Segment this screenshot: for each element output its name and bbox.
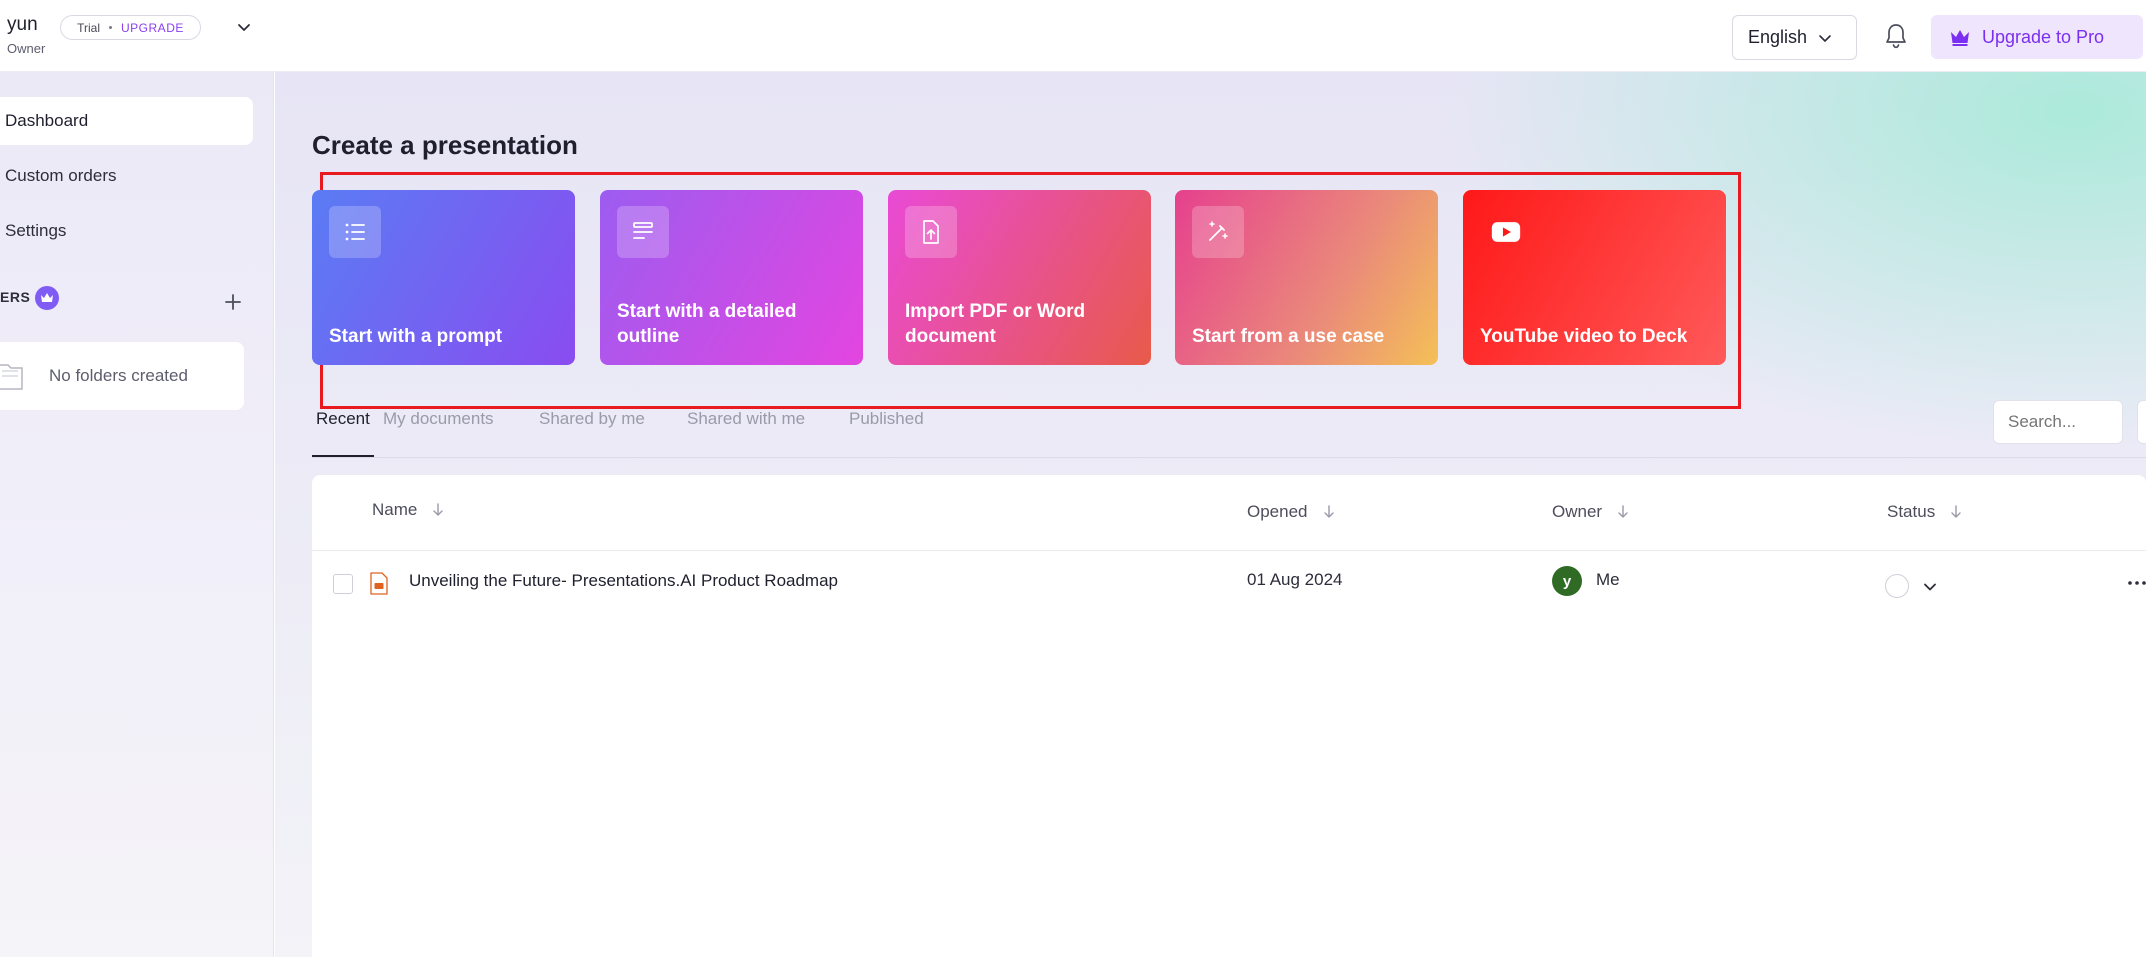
documents-table: Name Opened Owner Status Unveiling the F… [312,475,2146,957]
list-icon-box [329,206,381,258]
column-header-label: Opened [1247,502,1308,521]
column-header-label: Owner [1552,502,1603,521]
plan-label: Trial [77,20,101,35]
file-upload-icon [923,220,939,244]
chevron-down-icon [1819,34,1831,42]
row-checkbox[interactable] [333,574,353,594]
outline-icon-box [617,206,669,258]
sidebar: Dashboard Custom orders Settings ERS No … [0,72,274,957]
column-header-owner[interactable]: Owner [1552,502,1630,522]
list-icon [345,223,365,241]
upgrade-to-pro-label: Upgrade to Pro [1982,26,2105,47]
column-header-label: Status [1887,502,1936,521]
status-indicator[interactable] [1885,574,1909,598]
card-use-case[interactable]: Start from a use case [1175,190,1438,365]
document-name[interactable]: Unveiling the Future- Presentations.AI P… [409,571,838,591]
tab-shared-with-me[interactable]: Shared with me [687,402,805,457]
more-options-icon[interactable] [2127,573,2146,593]
avatar: y [1552,566,1582,596]
magic-wand-icon-box [1192,206,1244,258]
card-label: Start with a detailed outline [617,301,797,347]
empty-folders-text: No folders created [49,366,188,385]
empty-folders-panel: No folders created [0,342,244,410]
column-header-name[interactable]: Name [372,500,445,520]
bell-icon[interactable] [1883,22,1909,50]
language-select[interactable]: English [1732,15,1857,60]
tab-recent[interactable]: Recent [312,402,374,457]
top-bar: yun Owner Trial UPGRADE English Upgrade … [0,0,2146,72]
column-header-opened[interactable]: Opened [1247,502,1336,522]
tab-my-documents[interactable]: My documents [383,402,494,457]
sidebar-item-label: Dashboard [5,111,89,130]
plan-badge[interactable]: Trial UPGRADE [60,15,201,40]
page-title: Create a presentation [312,130,578,160]
user-name[interactable]: yun [7,14,38,36]
table-row[interactable]: Unveiling the Future- Presentations.AI P… [312,551,2146,613]
sidebar-item-label: Custom orders [5,166,117,185]
youtube-icon [1491,222,1521,242]
document-tabs: Recent My documents Shared by me Shared … [312,402,2146,458]
card-label: Start with a prompt [329,326,503,347]
card-youtube-to-deck[interactable]: YouTube video to Deck [1463,190,1726,365]
upgrade-to-pro-button[interactable]: Upgrade to Pro [1931,15,2143,59]
sidebar-item-label: Settings [5,221,67,240]
youtube-icon-box [1480,206,1532,258]
chevron-down-icon[interactable] [1922,579,1938,595]
crown-badge [35,286,59,310]
sidebar-item-settings[interactable]: Settings [0,207,253,255]
language-label: English [1748,27,1808,47]
outline-icon [633,222,653,239]
card-label: YouTube video to Deck [1480,326,1688,347]
column-header-status[interactable]: Status [1887,502,1963,522]
sort-arrow-icon [433,503,444,516]
file-upload-icon-box [905,206,957,258]
separator-dot [109,26,113,29]
sort-arrow-icon [1618,505,1628,518]
chevron-down-icon[interactable] [235,18,253,36]
tab-shared-by-me[interactable]: Shared by me [539,402,645,457]
crown-icon [41,293,53,302]
card-import-document[interactable]: Import PDF or Word document [888,190,1151,365]
empty-folder-icon [0,364,23,390]
sidebar-item-custom-orders[interactable]: Custom orders [0,152,253,200]
card-label: Import PDF or Word document [905,301,1086,347]
magic-wand-icon [1209,221,1228,241]
search-input[interactable] [1993,400,2123,444]
presentation-file-icon [370,572,388,595]
filter-button[interactable] [2137,400,2146,444]
add-folder-icon[interactable] [222,291,244,313]
card-start-with-prompt[interactable]: Start with a prompt [312,190,575,365]
document-owner: Me [1596,570,1620,589]
tab-published[interactable]: Published [849,402,924,457]
sidebar-item-dashboard[interactable]: Dashboard [0,97,253,145]
crown-icon [1951,30,1969,46]
document-opened-date: 01 Aug 2024 [1247,570,1343,589]
card-label: Start from a use case [1192,326,1385,347]
card-detailed-outline[interactable]: Start with a detailed outline [600,190,863,365]
main-content: Create a presentation Start with a promp… [275,72,2146,957]
folders-heading: ERS [0,289,31,305]
user-role: Owner [7,41,46,56]
upgrade-link[interactable]: UPGRADE [121,21,184,35]
sort-arrow-icon [1951,505,1961,518]
sort-arrow-icon [1323,505,1334,518]
column-header-label: Name [372,500,418,519]
